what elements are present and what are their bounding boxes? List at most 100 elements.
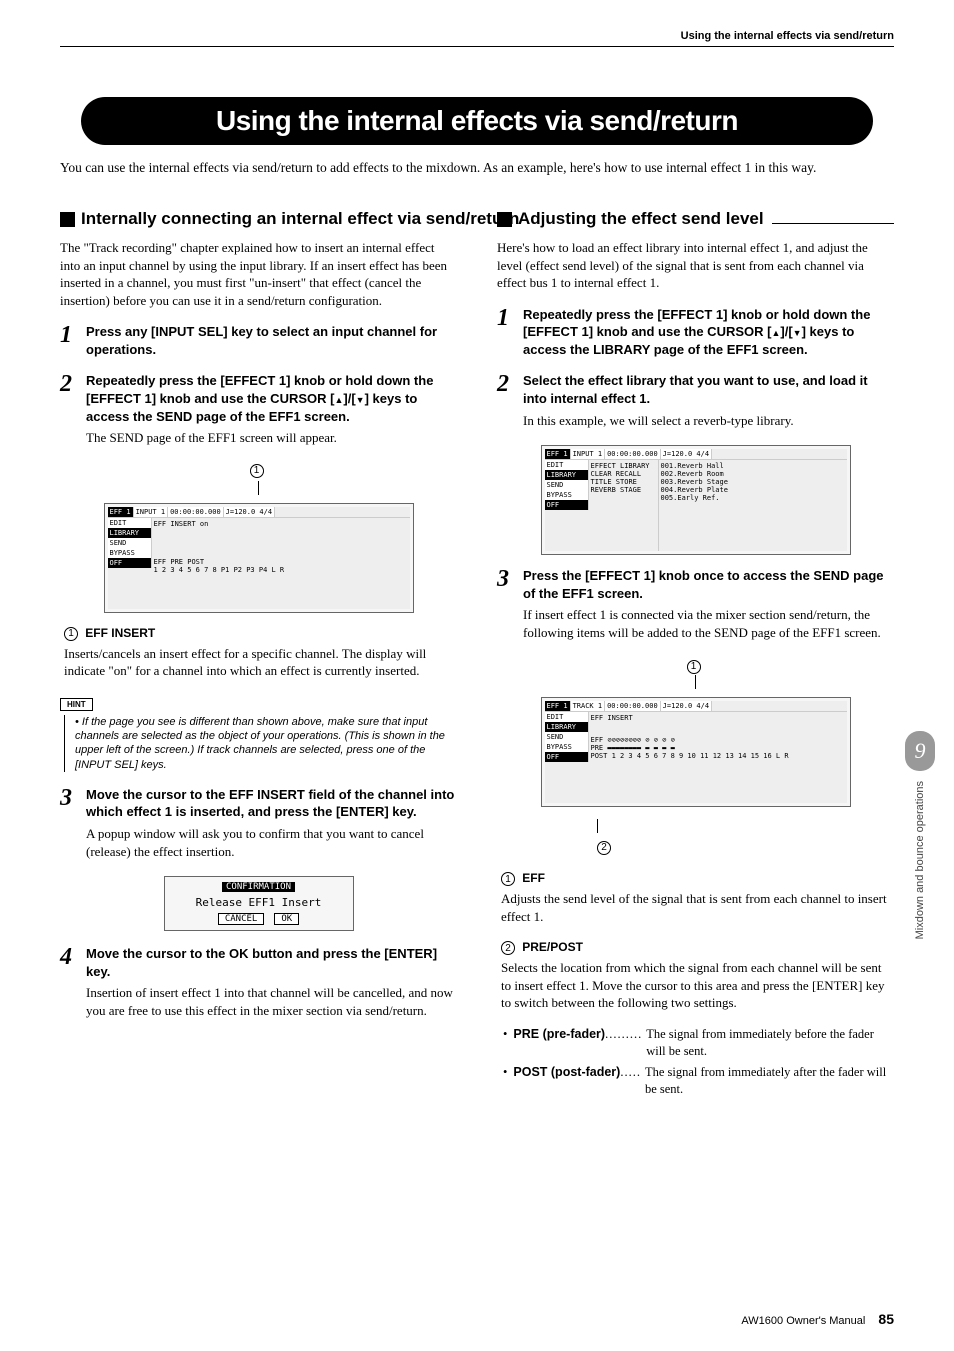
right-heading: Adjusting the effect send level [518, 208, 764, 229]
bullet-desc: The signal from immediately after the fa… [645, 1064, 894, 1098]
step-title: Move the cursor to the EFF INSERT field … [86, 786, 457, 821]
left-column: Internally connecting an internal effect… [60, 208, 457, 1102]
lcd-lib-footer: REVERB STAGE [591, 486, 656, 494]
bullet-label: PRE (pre-fader) [513, 1026, 605, 1060]
ok-button[interactable]: OK [274, 913, 299, 925]
lcd-tempo: J=120.0 4/4 [661, 449, 712, 459]
lcd-tempo: J=120.0 4/4 [224, 507, 275, 517]
lcd-lib-item: 005.Early Ref. [661, 494, 845, 502]
step-desc: A popup window will ask you to confirm t… [86, 825, 457, 860]
step-title-part: ]/[ [343, 391, 355, 406]
square-bullet-icon [60, 212, 75, 227]
page-number: 85 [878, 1311, 894, 1327]
lcd-tab: LIBRARY [108, 528, 152, 538]
callout-prepost: 2 PRE/POST [501, 939, 894, 955]
lcd-tab: BYPASS [545, 742, 589, 752]
left-para1: The "Track recording" chapter explained … [60, 239, 457, 309]
step-number: 1 [60, 323, 86, 362]
lcd-tab: EDIT [108, 518, 152, 528]
page-title-bar: Using the internal effects via send/retu… [81, 97, 873, 145]
lcd-tab: SEND [545, 480, 589, 490]
lcd-lib-header: EFFECT LIBRARY [591, 462, 656, 470]
lcd-track-label: TRACK 1 [571, 701, 606, 711]
right-step-1: 1 Repeatedly press the [EFFECT 1] knob o… [497, 306, 894, 363]
step-title: Select the effect library that you want … [523, 372, 894, 407]
square-bullet-icon [497, 212, 512, 227]
lcd-tab: SEND [108, 538, 152, 548]
bullet-desc: The signal from immediately before the f… [646, 1026, 894, 1060]
lcd-tab: BYPASS [108, 548, 152, 558]
step-number: 1 [497, 306, 523, 363]
callout-label: EFF [522, 871, 545, 885]
bullet-pre: • PRE (pre-fader) ......... The signal f… [503, 1026, 894, 1060]
callout-label: PRE/POST [522, 940, 583, 954]
lcd-sub: PRE ▬▬▬▬▬▬▬▬ ▬ ▬ ▬ ▬ [591, 744, 845, 752]
confirm-header: CONFIRMATION [222, 882, 295, 892]
callout-marker-1: 1 [250, 464, 264, 478]
callout-marker-1: 1 [687, 660, 701, 674]
left-step-3: 3 Move the cursor to the EFF INSERT fiel… [60, 786, 457, 866]
step-number: 3 [497, 567, 523, 647]
lcd-tempo: J=120.0 4/4 [661, 701, 712, 711]
lcd-lib-btn: TITLE STORE [591, 478, 656, 486]
lcd-screen-label: EFF 1 [108, 507, 134, 517]
step-number: 2 [60, 372, 86, 452]
hint-body: • If the page you see is different than … [64, 715, 457, 772]
left-heading: Internally connecting an internal effect… [81, 208, 519, 229]
step-desc: In this example, we will select a reverb… [523, 412, 894, 430]
lcd-tab: LIBRARY [545, 470, 589, 480]
callout-marker-2: 2 [597, 841, 611, 855]
arrow-down-icon [356, 391, 365, 406]
chapter-label: Mixdown and bounce operations [914, 781, 926, 939]
lcd-tab: OFF [545, 752, 589, 762]
step-desc: The SEND page of the EFF1 screen will ap… [86, 429, 457, 447]
lcd-footer-nums: 1 2 3 4 5 6 7 8 P1 P2 P3 P4 L R [154, 566, 408, 574]
lcd-tab: EDIT [545, 460, 589, 470]
callout-desc: Selects the location from which the sign… [501, 959, 894, 1012]
confirmation-popup: CONFIRMATION Release EFF1 Insert CANCEL … [164, 876, 354, 931]
lcd-tab: EDIT [545, 712, 589, 722]
page-title: Using the internal effects via send/retu… [111, 105, 843, 137]
confirm-text: Release EFF1 Insert [196, 896, 322, 909]
hint-label: HINT [60, 698, 93, 711]
step-title: Repeatedly press the [EFFECT 1] knob or … [86, 372, 457, 425]
manual-name: AW1600 Owner's Manual [741, 1315, 865, 1327]
side-tab: 9 Mixdown and bounce operations [904, 731, 936, 1151]
step-number: 3 [60, 786, 86, 866]
lcd-sub: POST 1 2 3 4 5 6 7 8 9 10 11 12 13 14 15… [591, 752, 845, 760]
lcd-screenshot-eff1-library: EFF 1 INPUT 1 00:00:00.000 J=120.0 4/4 E… [541, 445, 851, 555]
step-title: Press any [INPUT SEL] key to select an i… [86, 323, 457, 358]
lcd-time: 00:00:00.000 [605, 449, 661, 459]
lcd-lib-btn: CLEAR RECALL [591, 470, 656, 478]
lcd-tab: BYPASS [545, 490, 589, 500]
lcd-sub: EFF PRE POST [154, 558, 408, 566]
callout-desc: Inserts/cancels an insert effect for a s… [64, 645, 457, 680]
lcd-screenshot-eff1-track: EFF 1 TRACK 1 00:00:00.000 J=120.0 4/4 E… [541, 697, 851, 807]
lcd-input-label: INPUT 1 [571, 449, 606, 459]
lcd-screenshot-eff1-input: EFF 1 INPUT 1 00:00:00.000 J=120.0 4/4 E… [104, 503, 414, 613]
callout-num-icon: 1 [501, 872, 515, 886]
step-desc: If insert effect 1 is connected via the … [523, 606, 894, 641]
step-number: 2 [497, 372, 523, 435]
callout-label: EFF INSERT [85, 626, 155, 640]
callout-1: 1 EFF INSERT [64, 625, 457, 641]
lcd-sub: EFF ⊘⊘⊘⊘⊘⊘⊘⊘ ⊘ ⊘ ⊘ ⊘ [591, 736, 845, 744]
lcd-tab: LIBRARY [545, 722, 589, 732]
chapter-number: 9 [905, 731, 935, 771]
step-title: Press the [EFFECT 1] knob once to access… [523, 567, 894, 602]
left-step-4: 4 Move the cursor to the OK button and p… [60, 945, 457, 1025]
lcd-sub: EFF INSERT on [154, 520, 408, 528]
lcd-lib-item: 003.Reverb Stage [661, 478, 845, 486]
right-para1: Here's how to load an effect library int… [497, 239, 894, 292]
cancel-button[interactable]: CANCEL [218, 913, 265, 925]
bullet-post: • POST (post-fader) ..... The signal fro… [503, 1064, 894, 1098]
lcd-tab: OFF [545, 500, 589, 510]
lcd-lib-item: 001.Reverb Hall [661, 462, 845, 470]
bullet-label: POST (post-fader) [513, 1064, 620, 1098]
right-column: Adjusting the effect send level Here's h… [497, 208, 894, 1102]
lcd-tab: OFF [108, 558, 152, 568]
lcd-sub: EFF INSERT [591, 714, 845, 722]
lcd-screen-label: EFF 1 [545, 701, 571, 711]
step-desc: Insertion of insert effect 1 into that c… [86, 984, 457, 1019]
lcd-screen-label: EFF 1 [545, 449, 571, 459]
